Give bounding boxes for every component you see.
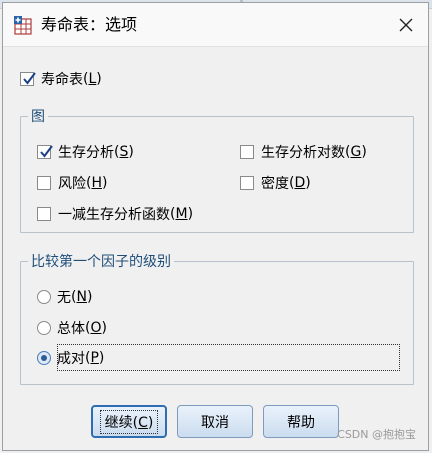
- compare-none-mnemonic: N: [76, 289, 87, 305]
- continue-label: 继续: [104, 414, 133, 431]
- one-minus-survival-label: 一减生存分析函数: [58, 207, 170, 223]
- plots-group-legend: 图: [28, 107, 48, 127]
- radio-selected-icon: [37, 351, 51, 365]
- hazard-mnemonic: H: [91, 175, 102, 191]
- compare-pairwise-radio[interactable]: 成对(P): [37, 347, 104, 369]
- cancel-label: 取消: [201, 414, 229, 431]
- close-button[interactable]: [384, 3, 428, 46]
- life-table-checkbox[interactable]: 寿命表(L): [20, 68, 102, 90]
- log-survival-mnemonic: G: [350, 144, 362, 160]
- density-mnemonic: D: [294, 175, 306, 191]
- continue-mnemonic: C: [138, 414, 148, 431]
- log-survival-label: 生存分析对数: [261, 145, 345, 161]
- checkbox-checked-icon: [37, 145, 53, 159]
- compare-pairwise-mnemonic: P: [90, 350, 99, 366]
- radio-unselected-icon: [37, 290, 51, 304]
- continue-button-focus: 继续(C): [99, 409, 159, 434]
- compare-overall-mnemonic: O: [90, 320, 102, 336]
- density-label: 密度: [261, 176, 289, 192]
- life-table-label: 寿命表: [41, 72, 83, 88]
- checkbox-unchecked-icon: [240, 145, 254, 159]
- density-checkbox[interactable]: 密度(D): [240, 172, 311, 194]
- hazard-checkbox[interactable]: 风险(H): [37, 172, 107, 194]
- continue-button[interactable]: 继续(C): [91, 405, 167, 438]
- options-dialog: 寿命表：选项 寿命表(L) 图 生存分析(S) 生存分析对数(G) 风险(H) …: [2, 2, 429, 451]
- dialog-title: 寿命表：选项: [41, 15, 138, 34]
- checkbox-checked-icon: [20, 72, 36, 86]
- compare-none-label: 无: [57, 290, 71, 306]
- help-label: 帮助: [287, 414, 315, 431]
- one-minus-survival-checkbox[interactable]: 一减生存分析函数(M): [37, 203, 193, 225]
- compare-pairwise-label: 成对: [57, 351, 85, 367]
- title-bar: 寿命表：选项: [3, 3, 428, 47]
- help-button[interactable]: 帮助: [263, 405, 339, 438]
- focus-rectangle: [57, 344, 400, 371]
- log-survival-checkbox[interactable]: 生存分析对数(G): [240, 141, 367, 163]
- watermark: CSDN @抱抱宝: [337, 428, 416, 441]
- compare-overall-label: 总体: [57, 321, 85, 337]
- hazard-label: 风险: [58, 176, 86, 192]
- life-table-mnemonic: L: [88, 71, 97, 87]
- checkbox-unchecked-icon: [37, 176, 51, 190]
- survival-label: 生存分析: [58, 145, 114, 161]
- checkbox-unchecked-icon: [240, 176, 254, 190]
- survival-mnemonic: S: [119, 144, 129, 160]
- survival-checkbox[interactable]: 生存分析(S): [37, 141, 134, 163]
- spss-table-icon: [14, 16, 34, 36]
- cancel-button[interactable]: 取消: [177, 405, 253, 438]
- close-icon: [399, 18, 413, 31]
- compare-overall-radio[interactable]: 总体(O): [37, 317, 107, 339]
- one-minus-survival-mnemonic: M: [175, 206, 188, 222]
- checkbox-unchecked-icon: [37, 207, 51, 221]
- compare-group-legend: 比较第一个因子的级别: [28, 252, 174, 272]
- compare-none-radio[interactable]: 无(N): [37, 286, 92, 308]
- radio-unselected-icon: [37, 321, 51, 335]
